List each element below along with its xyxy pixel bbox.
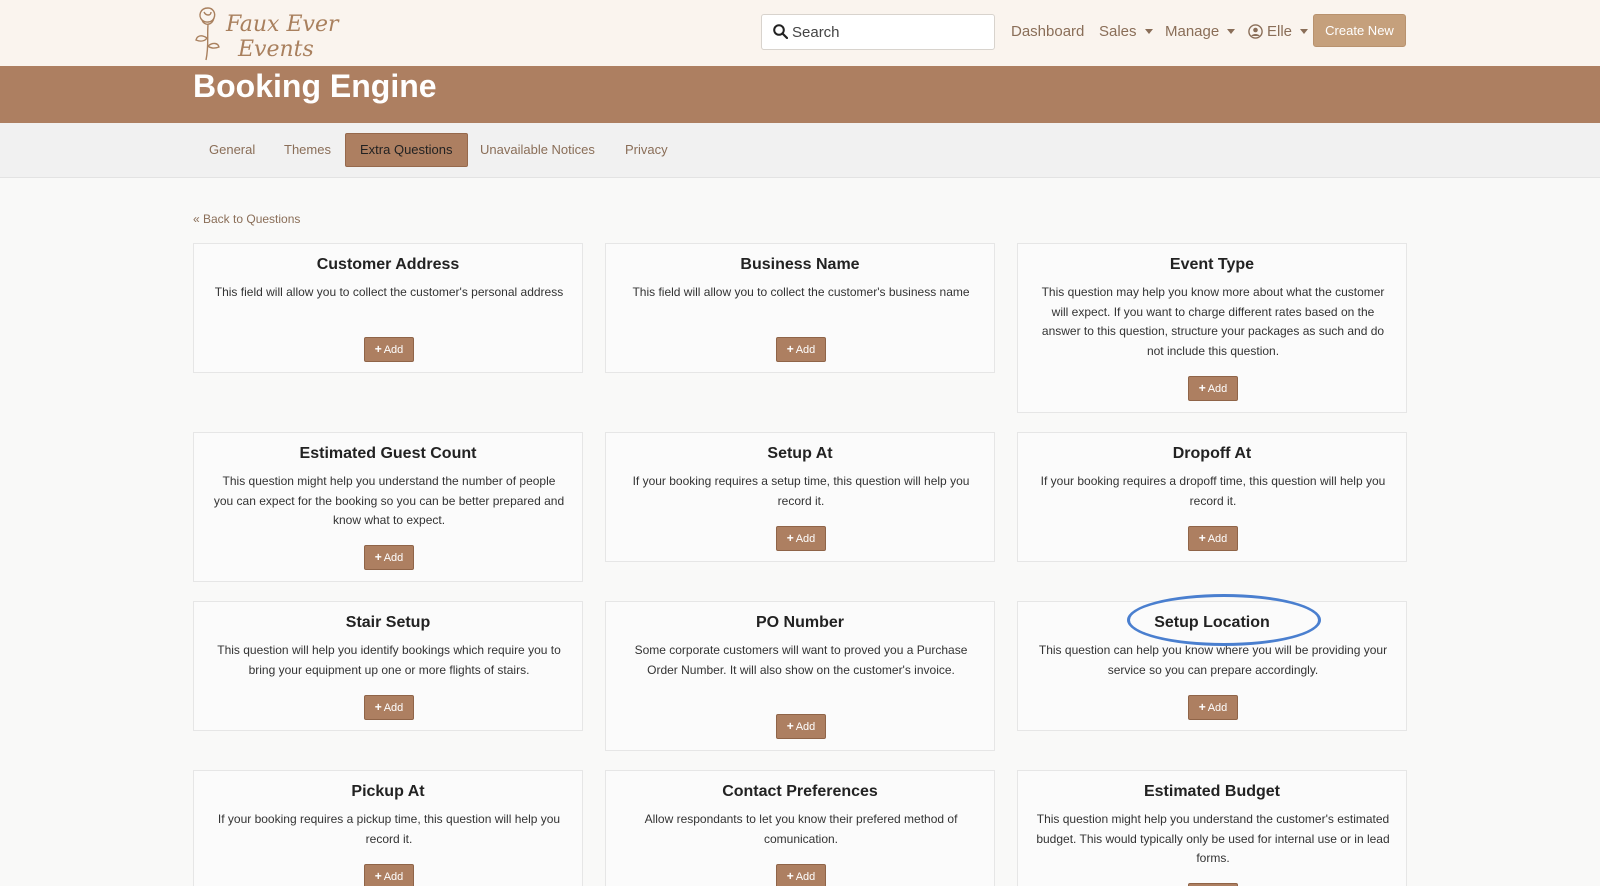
question-description: This question might help you understand …: [1036, 812, 1390, 866]
add-button-label: Add: [1207, 533, 1228, 545]
caret-down-icon: [1144, 29, 1153, 34]
question-title: Stair Setup: [345, 614, 431, 631]
tab-privacy[interactable]: Privacy: [611, 133, 682, 167]
question-description: Some corporate customers will want to pr…: [634, 643, 968, 677]
search-icon: [773, 24, 788, 39]
add-button-label: Add: [383, 552, 404, 564]
plus-icon: +: [1198, 531, 1206, 545]
plus-icon: +: [374, 550, 382, 564]
plus-icon: +: [374, 342, 382, 356]
tab-themes[interactable]: Themes: [270, 133, 345, 167]
add-button-label: Add: [383, 702, 404, 714]
question-title: Estimated Guest Count: [299, 445, 477, 462]
question-description: If your booking requires a pickup time, …: [217, 812, 561, 846]
question-title: Event Type: [1169, 256, 1255, 273]
question-description: This field will allow you to collect the…: [632, 285, 970, 299]
question-card-setup-at: Setup At If your booking requires a setu…: [605, 432, 995, 562]
nav-user-label: Elle: [1267, 23, 1293, 40]
page-title: Booking Engine: [193, 68, 437, 104]
plus-icon: +: [1198, 381, 1206, 395]
question-description: Allow respondants to let you know their …: [644, 812, 958, 846]
add-question-button[interactable]: +Add: [364, 695, 414, 720]
page-header: Booking Engine: [0, 66, 1600, 123]
plus-icon: +: [786, 869, 794, 883]
create-new-button[interactable]: Create New: [1313, 14, 1406, 47]
brand-name-line1: Faux Ever: [226, 12, 339, 37]
question-card-estimated-guest-count: Estimated Guest Count This question migh…: [193, 432, 583, 582]
add-button-label: Add: [383, 344, 404, 356]
question-description: If your booking requires a setup time, t…: [632, 474, 970, 508]
add-button-label: Add: [795, 533, 816, 545]
add-question-button[interactable]: +Add: [364, 545, 414, 570]
plus-icon: +: [374, 869, 382, 883]
question-description: This question may help you know more abo…: [1041, 285, 1385, 358]
question-card-dropoff-at: Dropoff At If your booking requires a dr…: [1017, 432, 1407, 562]
tab-extra-questions[interactable]: Extra Questions: [345, 133, 468, 167]
plus-icon: +: [786, 342, 794, 356]
highlight-circle-annotation: [1127, 594, 1321, 646]
question-card-business-name: Business Name This field will allow you …: [605, 243, 995, 373]
question-card-customer-address: Customer Address This field will allow y…: [193, 243, 583, 373]
add-button-label: Add: [1207, 702, 1228, 714]
add-question-button[interactable]: +Add: [776, 714, 826, 739]
tab-unavailable-notices[interactable]: Unavailable Notices: [466, 133, 609, 167]
search-box[interactable]: [761, 14, 995, 50]
search-input[interactable]: [792, 15, 992, 49]
add-button-label: Add: [795, 344, 816, 356]
question-description: If your booking requires a dropoff time,…: [1040, 474, 1386, 508]
plus-icon: +: [1198, 700, 1206, 714]
question-title: Contact Preferences: [722, 783, 878, 800]
question-description: This field will allow you to collect the…: [214, 285, 564, 299]
user-circle-icon: [1248, 24, 1263, 39]
question-card-stair-setup: Stair Setup This question will help you …: [193, 601, 583, 731]
question-card-contact-preferences: Contact Preferences Allow respondants to…: [605, 770, 995, 886]
back-to-questions-link[interactable]: « Back to Questions: [193, 212, 300, 226]
add-question-button[interactable]: +Add: [364, 337, 414, 362]
top-navbar: Faux Ever Events Dashboard Sales Manage …: [0, 0, 1600, 66]
question-title: Business Name: [740, 256, 860, 273]
question-title: Dropoff At: [1172, 445, 1252, 462]
question-card-pickup-at: Pickup At If your booking requires a pic…: [193, 770, 583, 886]
brand-name-line2: Events: [238, 37, 314, 62]
question-title: Customer Address: [316, 256, 460, 273]
add-question-button[interactable]: +Add: [776, 526, 826, 551]
question-title: Pickup At: [351, 783, 425, 800]
tab-general[interactable]: General: [195, 133, 269, 167]
caret-down-icon: [1300, 29, 1309, 34]
nav-manage-label: Manage: [1165, 23, 1220, 40]
add-question-button[interactable]: +Add: [776, 864, 826, 886]
add-button-label: Add: [383, 871, 404, 883]
nav-manage-dropdown[interactable]: Manage: [1165, 23, 1236, 40]
question-card-estimated-budget: Estimated Budget This question might hel…: [1017, 770, 1407, 886]
question-card-event-type: Event Type This question may help you kn…: [1017, 243, 1407, 413]
plus-icon: +: [374, 700, 382, 714]
question-title: PO Number: [755, 614, 844, 631]
plus-icon: +: [786, 531, 794, 545]
add-question-button[interactable]: +Add: [776, 337, 826, 362]
question-title: Estimated Budget: [1143, 783, 1280, 800]
nav-sales-dropdown[interactable]: Sales: [1099, 23, 1153, 40]
question-description: This question can help you know where yo…: [1038, 643, 1388, 677]
caret-down-icon: [1227, 29, 1236, 34]
add-button-label: Add: [795, 721, 816, 733]
plus-icon: +: [786, 719, 794, 733]
question-description: This question might help you understand …: [213, 474, 565, 528]
add-question-button[interactable]: +Add: [1188, 526, 1238, 551]
add-question-button[interactable]: +Add: [364, 864, 414, 886]
question-description: This question will help you identify boo…: [217, 643, 561, 677]
add-question-button[interactable]: +Add: [1188, 695, 1238, 720]
nav-dashboard-link[interactable]: Dashboard: [1011, 23, 1084, 40]
rose-icon: [195, 7, 220, 61]
add-button-label: Add: [1207, 383, 1228, 395]
question-title: Setup At: [767, 445, 833, 462]
question-card-po-number: PO Number Some corporate customers will …: [605, 601, 995, 751]
nav-sales-label: Sales: [1099, 23, 1137, 40]
tab-bar: General Themes Extra Questions Unavailab…: [0, 123, 1600, 178]
add-button-label: Add: [795, 871, 816, 883]
brand-logo[interactable]: Faux Ever Events: [192, 4, 338, 62]
nav-user-dropdown[interactable]: Elle: [1248, 23, 1309, 40]
add-question-button[interactable]: +Add: [1188, 376, 1238, 401]
